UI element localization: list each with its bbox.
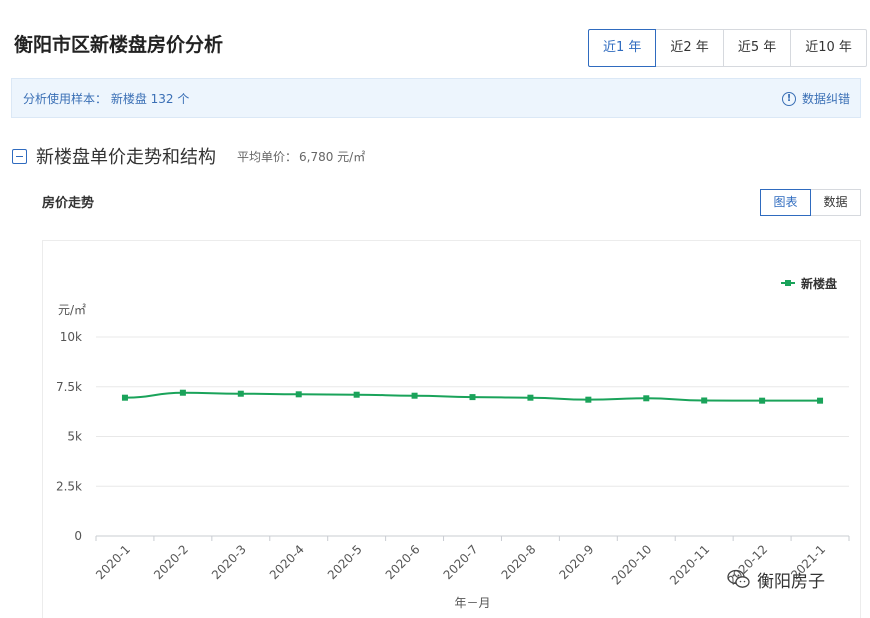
- view-toggle: 图表 数据: [760, 189, 861, 216]
- x-tick-label: 2020-3: [209, 542, 249, 582]
- average-price-value: 6,780 元/㎡: [299, 149, 366, 164]
- data-correction-link[interactable]: ! 数据纠错: [781, 90, 850, 107]
- y-tick-label: 2.5k: [56, 479, 82, 493]
- x-tick-label: 2020-6: [383, 542, 423, 582]
- data-correction-label: 数据纠错: [801, 92, 850, 106]
- section-header: 新楼盘单价走势和结构 平均单价： 6,780 元/㎡: [12, 143, 365, 169]
- tab-2-year[interactable]: 近2 年: [656, 29, 724, 67]
- data-point: [353, 391, 360, 398]
- y-axis-label: 元/㎡: [58, 303, 86, 317]
- x-tick-label: 2020-10: [609, 542, 654, 587]
- tab-5-year[interactable]: 近5 年: [723, 29, 792, 67]
- tab-1-year[interactable]: 近1 年: [588, 29, 657, 67]
- watermark: 衡阳房子: [726, 566, 825, 592]
- section-title: 新楼盘单价走势和结构: [36, 147, 216, 168]
- average-price-label: 平均单价：: [237, 149, 298, 164]
- data-point: [643, 395, 650, 402]
- x-tick-label: 2020-11: [667, 542, 712, 587]
- wechat-icon: [727, 569, 750, 588]
- y-tick-label: 0: [74, 529, 82, 543]
- chart-view-button[interactable]: 图表: [760, 189, 811, 216]
- data-point: [121, 394, 128, 401]
- data-point: [179, 389, 186, 396]
- data-point: [817, 397, 824, 404]
- period-tabs: 近1 年 近2 年 近5 年 近10 年: [588, 29, 867, 67]
- sample-info-bar: 分析使用样本： 新楼盘 132 个 ! 数据纠错: [11, 78, 861, 118]
- legend-label: 新楼盘: [801, 276, 837, 291]
- data-point: [585, 396, 592, 403]
- price-trend-chart: 0 2.5k 5k 7.5k 10k 元/㎡ 2020-1 2020-2 2020-3 2020-…: [56, 276, 850, 610]
- data-point: [759, 397, 766, 404]
- x-tick-label: 2020-1: [93, 542, 133, 582]
- info-icon: !: [781, 91, 796, 106]
- data-point: [411, 392, 418, 399]
- data-point: [237, 390, 244, 397]
- chart-container: 0 2.5k 5k 7.5k 10k 元/㎡ 2020-1 2020-2 2020-3 2020-…: [42, 240, 861, 618]
- data-point: [295, 391, 302, 398]
- x-axis-label: 年－月: [454, 596, 490, 610]
- x-tick-label: 2020-7: [441, 542, 481, 582]
- chart-title: 房价走势: [42, 196, 95, 211]
- data-point: [527, 394, 534, 401]
- x-tick-label: 2020-8: [499, 542, 539, 582]
- x-tick-label: 2020-9: [557, 542, 597, 582]
- x-tick-label: 2020-4: [267, 542, 307, 582]
- x-tick-label: 2020-5: [325, 542, 365, 582]
- y-tick-label: 10k: [60, 330, 82, 344]
- y-tick-label: 5k: [67, 430, 82, 444]
- x-tick-label: 2020-2: [151, 542, 191, 582]
- collapse-icon[interactable]: [12, 148, 27, 164]
- tab-10-year[interactable]: 近10 年: [791, 29, 867, 67]
- watermark-text: 衡阳房子: [757, 571, 825, 592]
- data-point: [701, 397, 708, 404]
- y-tick-label: 7.5k: [56, 380, 82, 394]
- data-point: [469, 394, 476, 401]
- data-view-button[interactable]: 数据: [811, 189, 861, 216]
- legend-marker: [785, 280, 791, 286]
- sample-info-text: 分析使用样本： 新楼盘 132 个: [23, 92, 190, 106]
- page-title: 衡阳市区新楼盘房价分析: [14, 34, 224, 56]
